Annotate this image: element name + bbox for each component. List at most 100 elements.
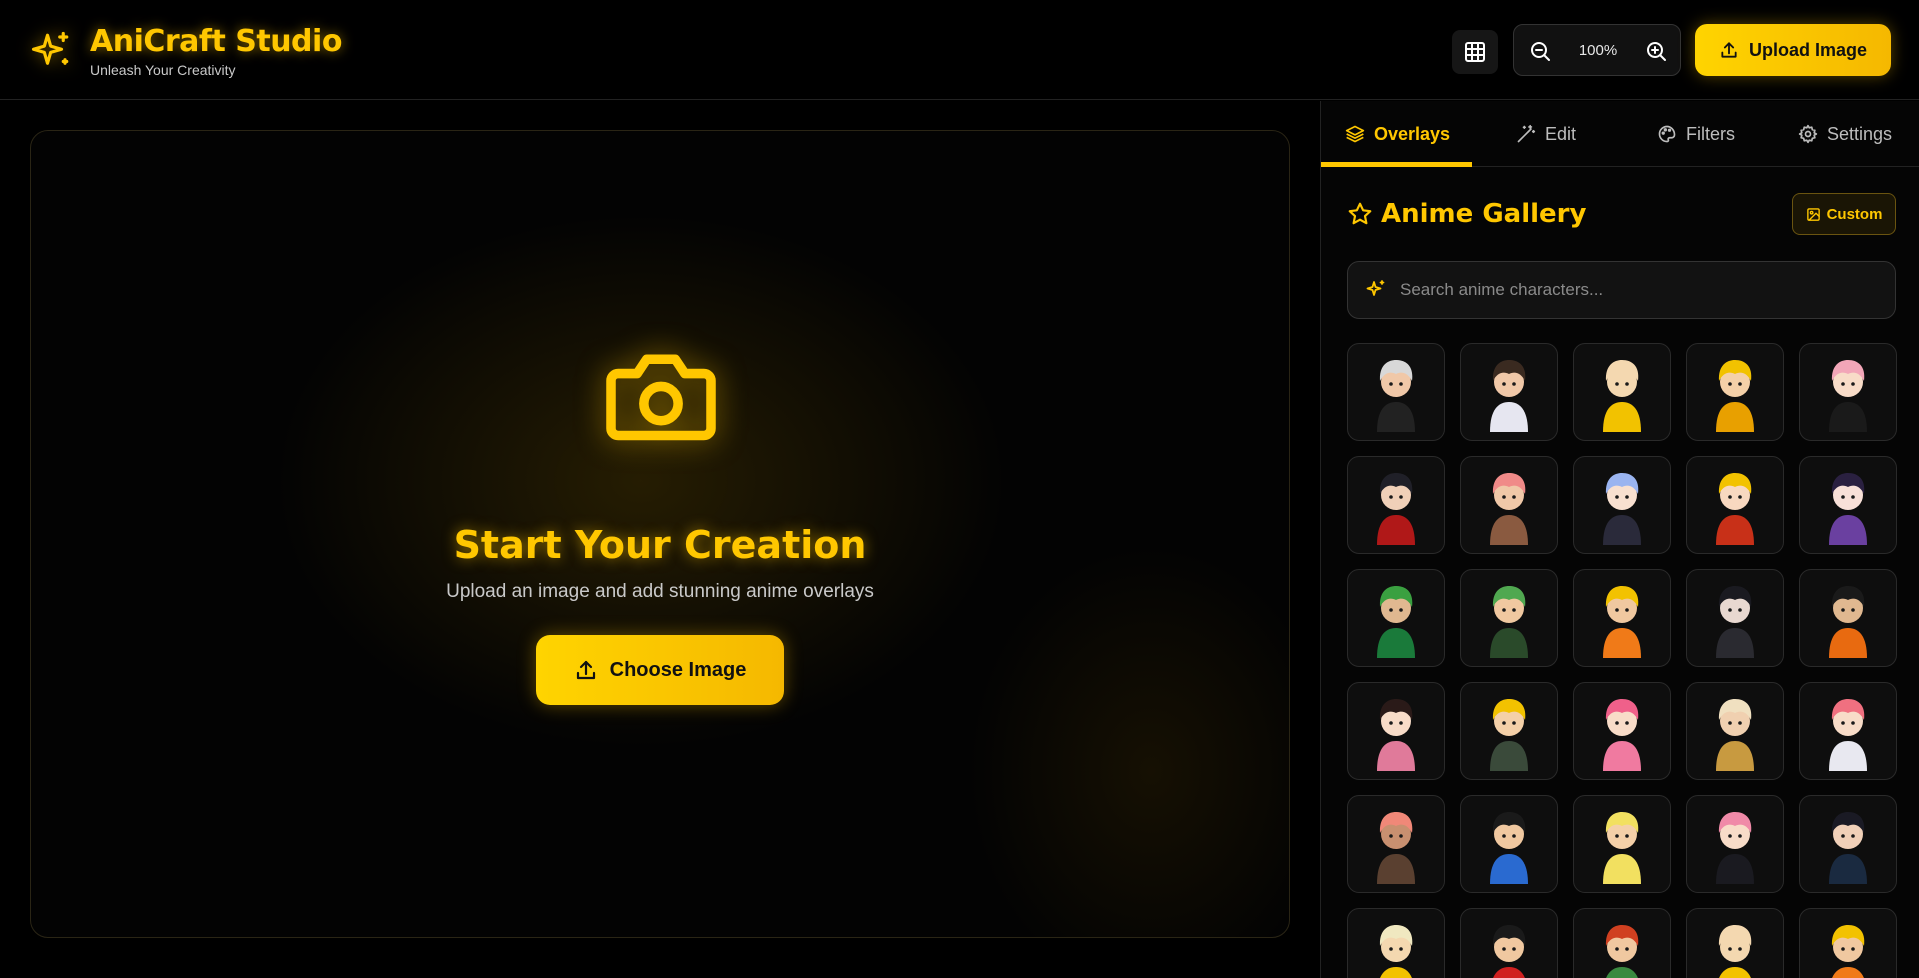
palette-icon	[1658, 125, 1676, 143]
character-thumbnail	[1603, 812, 1641, 884]
tab-filters-label: Filters	[1686, 123, 1735, 144]
gallery-item[interactable]	[1347, 456, 1445, 554]
character-thumbnail	[1605, 925, 1639, 978]
zoom-control: 100%	[1513, 24, 1681, 76]
magic-wand-icon	[1517, 124, 1536, 143]
gallery-item[interactable]	[1573, 343, 1671, 441]
gallery-item[interactable]	[1573, 456, 1671, 554]
gallery-item[interactable]	[1686, 343, 1784, 441]
gallery-item[interactable]	[1573, 795, 1671, 893]
character-thumbnail	[1603, 360, 1641, 432]
search-input[interactable]	[1400, 262, 1880, 318]
gear-icon	[1798, 124, 1818, 144]
character-thumbnail	[1829, 812, 1867, 884]
gallery-item[interactable]	[1686, 682, 1784, 780]
character-thumbnail	[1716, 360, 1754, 432]
gallery-item[interactable]	[1686, 569, 1784, 667]
start-title: Start Your Creation	[453, 523, 867, 567]
character-thumbnail	[1716, 812, 1754, 884]
character-thumbnail	[1377, 699, 1415, 771]
image-plus-icon	[1806, 207, 1820, 221]
zoom-level-value: 100%	[1578, 42, 1618, 59]
editor-canvas[interactable]: Start Your Creation Upload an image and …	[30, 130, 1290, 938]
star-icon	[1347, 201, 1373, 227]
search-field	[1347, 261, 1896, 319]
side-panel: Overlays Edit Filters Settings Anime Gal…	[1320, 101, 1919, 978]
gallery-item[interactable]	[1799, 343, 1897, 441]
upload-icon	[1721, 42, 1737, 58]
character-thumbnail	[1603, 699, 1641, 771]
character-thumbnail	[1829, 360, 1867, 432]
gallery-item[interactable]	[1686, 456, 1784, 554]
upload-icon	[576, 660, 595, 680]
zoom-in-button[interactable]	[1644, 39, 1668, 63]
tab-bar: Overlays Edit Filters Settings	[1321, 101, 1919, 167]
gallery-item[interactable]	[1686, 908, 1784, 978]
gallery-item[interactable]	[1460, 682, 1558, 780]
choose-image-label: Choose Image	[609, 658, 747, 681]
gallery-item[interactable]	[1799, 908, 1897, 978]
zoom-out-icon	[1531, 42, 1550, 61]
custom-label: Custom	[1826, 205, 1883, 223]
character-thumbnail	[1716, 699, 1754, 771]
tab-edit[interactable]: Edit	[1516, 101, 1576, 167]
character-thumbnail	[1829, 586, 1867, 658]
upload-image-label: Upload Image	[1748, 39, 1868, 60]
custom-upload-button[interactable]: Custom	[1792, 193, 1896, 235]
character-thumbnail	[1490, 473, 1528, 545]
gallery-item[interactable]	[1347, 569, 1445, 667]
gallery-item[interactable]	[1460, 908, 1558, 978]
sparkles-search-icon	[1364, 278, 1388, 302]
sparkles-logo-icon	[30, 30, 72, 72]
app-subtitle: Unleash Your Creativity	[90, 62, 236, 78]
grid-toggle-button[interactable]	[1452, 30, 1498, 74]
gallery-item[interactable]	[1460, 795, 1558, 893]
tab-settings-label: Settings	[1827, 123, 1893, 144]
character-thumbnail	[1490, 812, 1528, 884]
character-thumbnail	[1831, 925, 1865, 978]
upload-image-button[interactable]: Upload Image	[1695, 24, 1891, 76]
gallery-item[interactable]	[1573, 682, 1671, 780]
character-thumbnail	[1718, 925, 1752, 978]
tab-overlays-label: Overlays	[1374, 123, 1451, 144]
character-thumbnail	[1377, 360, 1415, 432]
character-thumbnail	[1377, 812, 1415, 884]
character-thumbnail	[1716, 586, 1754, 658]
gallery-item[interactable]	[1799, 682, 1897, 780]
tab-overlays[interactable]: Overlays	[1345, 101, 1450, 167]
character-thumbnail	[1490, 360, 1528, 432]
character-thumbnail	[1603, 586, 1641, 658]
app-header: AniCraft Studio Unleash Your Creativity …	[0, 0, 1919, 100]
active-tab-indicator	[1321, 162, 1472, 167]
gallery-item[interactable]	[1347, 795, 1445, 893]
gallery-item[interactable]	[1347, 682, 1445, 780]
camera-icon	[603, 345, 719, 445]
choose-image-button[interactable]: Choose Image	[536, 635, 784, 705]
gallery-item[interactable]	[1347, 343, 1445, 441]
gallery-item[interactable]	[1573, 569, 1671, 667]
tab-edit-label: Edit	[1545, 123, 1577, 144]
gallery-item[interactable]	[1686, 795, 1784, 893]
zoom-in-icon	[1647, 42, 1666, 61]
gallery-item[interactable]	[1573, 908, 1671, 978]
gallery-item[interactable]	[1460, 343, 1558, 441]
tab-settings[interactable]: Settings	[1798, 101, 1892, 167]
character-thumbnail	[1490, 586, 1528, 658]
layers-icon	[1345, 125, 1365, 143]
character-thumbnail	[1492, 925, 1526, 978]
grid-icon	[1465, 42, 1485, 62]
gallery-item[interactable]	[1799, 456, 1897, 554]
character-thumbnail	[1490, 699, 1528, 771]
gallery-item[interactable]	[1460, 569, 1558, 667]
gallery-item[interactable]	[1799, 569, 1897, 667]
gallery-item[interactable]	[1460, 456, 1558, 554]
character-thumbnail	[1603, 473, 1641, 545]
character-thumbnail	[1377, 473, 1415, 545]
tab-filters[interactable]: Filters	[1657, 101, 1735, 167]
zoom-out-button[interactable]	[1528, 39, 1552, 63]
app-title: AniCraft Studio	[90, 24, 342, 59]
character-thumbnail	[1829, 699, 1867, 771]
gallery-item[interactable]	[1799, 795, 1897, 893]
start-subtitle: Upload an image and add stunning anime o…	[446, 581, 874, 602]
gallery-item[interactable]	[1347, 908, 1445, 978]
